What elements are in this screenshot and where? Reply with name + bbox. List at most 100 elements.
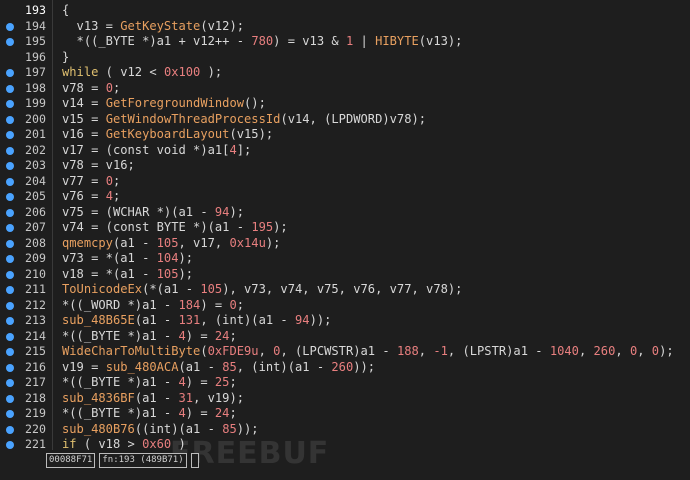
status-end-box bbox=[190, 453, 199, 468]
code-text[interactable]: *((_BYTE *)a1 - 4) = 25; bbox=[62, 375, 237, 391]
code-text[interactable]: *((_WORD *)a1 - 184) = 0; bbox=[62, 298, 244, 314]
code-text[interactable]: v18 = *(a1 - 105); bbox=[62, 267, 193, 283]
code-token-plain: , bbox=[637, 344, 652, 358]
code-line[interactable]: 200 v15 = GetWindowThreadProcessId(v14, (… bbox=[0, 112, 690, 128]
code-text[interactable]: v78 = 0; bbox=[62, 81, 120, 97]
code-token-plain: , v19); bbox=[193, 390, 245, 405]
breakpoint-icon[interactable] bbox=[6, 286, 14, 294]
breakpoint-icon[interactable] bbox=[6, 379, 14, 387]
code-text[interactable]: { bbox=[62, 3, 69, 19]
breakpoint-icon[interactable] bbox=[6, 224, 14, 232]
breakpoint-icon[interactable] bbox=[6, 131, 14, 139]
code-text[interactable]: if ( v18 > 0x60 ) bbox=[62, 437, 186, 453]
pseudocode-view[interactable]: 193{194 v13 = GetKeyState(v12); 195 *((_B… bbox=[0, 0, 690, 453]
code-line[interactable]: 207 v74 = (const BYTE *)(a1 - 195); bbox=[0, 220, 690, 236]
code-text[interactable]: qmemcpy(a1 - 105, v17, 0x14u); bbox=[62, 236, 280, 252]
code-text[interactable]: sub_4836BF(a1 - 31, v19); bbox=[62, 391, 244, 407]
breakpoint-icon[interactable] bbox=[6, 239, 14, 248]
code-text[interactable]: } bbox=[62, 50, 69, 66]
code-text[interactable]: WideCharToMultiByte(0xFDE9u, 0 , (LPCWSTR… bbox=[62, 344, 674, 360]
code-line[interactable]: 221 if ( v18 > 0x60 ) bbox=[0, 437, 690, 453]
code-line[interactable]: 195 *((_BYTE *)a1 + v12++ - 780) = v13 &… bbox=[0, 34, 690, 50]
code-text[interactable]: while ( v12 < 0x100 ); bbox=[62, 65, 222, 81]
code-line[interactable]: 194 v13 = GetKeyState(v12); bbox=[0, 19, 690, 35]
code-token-plain: (v12); bbox=[200, 18, 245, 33]
code-text[interactable]: sub_48B65E(a1 - 131, (int)(a1 - 94)); bbox=[62, 313, 331, 329]
code-line[interactable]: 206 v75 = (WCHAR *)(a1 - 94); bbox=[0, 205, 690, 221]
code-line[interactable]: 217 *((_BYTE *)a1 - 4) = 25; bbox=[0, 375, 690, 391]
breakpoint-icon[interactable] bbox=[6, 270, 14, 279]
breakpoint-icon[interactable] bbox=[6, 162, 14, 170]
breakpoint-icon[interactable] bbox=[6, 410, 14, 418]
code-line[interactable]: 199 v14 = GetForegroundWindow(); bbox=[0, 96, 690, 112]
code-line[interactable]: 202 v17 = (const void *)a1[4]; bbox=[0, 143, 690, 159]
breakpoint-icon[interactable] bbox=[6, 146, 14, 155]
code-token-plain: *((_BYTE *)a1 - bbox=[62, 328, 179, 343]
code-text[interactable]: sub_480B76((int)(a1 - 85)); bbox=[62, 422, 259, 438]
breakpoint-icon[interactable] bbox=[6, 441, 14, 449]
breakpoint-icon[interactable] bbox=[6, 69, 14, 77]
code-line[interactable]: 208 qmemcpy(a1 - 105, v17, 0x14u); bbox=[0, 236, 690, 252]
code-line[interactable]: 214 *((_BYTE *)a1 - 4) = 24; bbox=[0, 329, 690, 345]
code-text[interactable]: v13 = GetKeyState(v12); bbox=[62, 19, 244, 35]
breakpoint-icon[interactable] bbox=[6, 100, 14, 108]
breakpoint-icon[interactable] bbox=[6, 115, 14, 124]
breakpoint-icon[interactable] bbox=[6, 84, 14, 93]
code-text[interactable]: v76 = 4; bbox=[62, 189, 120, 205]
breakpoint-icon[interactable] bbox=[6, 208, 14, 217]
code-token-fn: WideCharToMultiByte bbox=[62, 344, 201, 358]
code-token-plain: (a1 - bbox=[112, 235, 157, 250]
breakpoint-icon[interactable] bbox=[6, 348, 14, 356]
breakpoint-icon[interactable] bbox=[6, 38, 14, 46]
breakpoint-icon[interactable] bbox=[6, 332, 14, 341]
code-line[interactable]: 205 v76 = 4; bbox=[0, 189, 690, 205]
code-line[interactable]: 212 *((_WORD *)a1 - 184) = 0; bbox=[0, 298, 690, 314]
line-number: 196 bbox=[25, 49, 46, 64]
breakpoint-icon[interactable] bbox=[6, 317, 14, 325]
code-line[interactable]: 196} bbox=[0, 50, 690, 66]
code-line[interactable]: 198 v78 = 0; bbox=[0, 81, 690, 97]
code-text[interactable]: v74 = (const BYTE *)(a1 - 195); bbox=[62, 220, 288, 236]
code-text[interactable]: *((_BYTE *)a1 - 4) = 24; bbox=[62, 329, 237, 345]
code-token-plain: ), v73, v74, v75, v76, v77, v78); bbox=[222, 282, 463, 296]
code-line[interactable]: 201 v16 = GetKeyboardLayout(v15); bbox=[0, 127, 690, 143]
code-text[interactable]: v78 = v16; bbox=[62, 158, 135, 174]
code-text[interactable]: v16 = GetKeyboardLayout(v15); bbox=[62, 127, 273, 143]
breakpoint-icon[interactable] bbox=[6, 425, 14, 434]
code-line[interactable]: 213 sub_48B65E(a1 - 131, (int)(a1 - 94)); bbox=[0, 313, 690, 329]
code-text[interactable]: *((_BYTE *)a1 - 4) = 24; bbox=[62, 406, 237, 422]
code-line[interactable]: 215 WideCharToMultiByte(0xFDE9u, 0 , (LPCW… bbox=[0, 344, 690, 360]
code-text[interactable]: v77 = 0; bbox=[62, 174, 120, 190]
code-token-plain: v13 = bbox=[62, 18, 121, 33]
code-text[interactable]: v75 = (WCHAR *)(a1 - 94); bbox=[62, 205, 244, 221]
code-line[interactable]: 197 while ( v12 < 0x100 ); bbox=[0, 65, 690, 81]
code-line[interactable]: 219 *((_BYTE *)a1 - 4) = 24; bbox=[0, 406, 690, 422]
code-line[interactable]: 193 { bbox=[0, 3, 690, 19]
code-text[interactable]: v15 = GetWindowThreadProcessId(v14, (LPD… bbox=[62, 112, 426, 128]
code-token-plain: , bbox=[578, 344, 594, 358]
breakpoint-icon[interactable] bbox=[6, 22, 14, 31]
code-text[interactable]: v17 = (const void *)a1[4]; bbox=[62, 143, 251, 159]
code-line[interactable]: 209 v73 = *(a1 - 104); bbox=[0, 251, 690, 267]
code-text[interactable]: ToUnicodeEx(*(a1 - 105), v73, v74, v75, … bbox=[62, 282, 462, 298]
breakpoint-icon[interactable] bbox=[6, 255, 14, 263]
code-line[interactable]: 203 v78 = v16; bbox=[0, 158, 690, 174]
code-token-plain: ) = bbox=[185, 406, 215, 420]
code-line[interactable]: 204 v77 = 0; bbox=[0, 174, 690, 190]
code-text[interactable]: *((_BYTE *)a1 + v12++ - 780) = v13 & 1 |… bbox=[62, 34, 463, 50]
code-text[interactable]: v19 = sub_480ACA(a1 - 85, (int)(a1 - 260… bbox=[62, 360, 375, 376]
breakpoint-icon[interactable] bbox=[6, 363, 14, 372]
breakpoint-icon[interactable] bbox=[6, 394, 14, 403]
code-text[interactable]: v14 = GetForegroundWindow(); bbox=[62, 96, 266, 112]
breakpoint-icon[interactable] bbox=[6, 177, 14, 186]
code-line[interactable]: 216 v19 = sub_480ACA(a1 - 85, (int)(a1 - … bbox=[0, 360, 690, 376]
code-text[interactable]: v73 = *(a1 - 104); bbox=[62, 251, 193, 267]
code-token-fn: sub_480B76 bbox=[62, 421, 135, 436]
breakpoint-icon[interactable] bbox=[6, 301, 14, 310]
code-token-plain: ((int)(a1 - bbox=[134, 421, 223, 436]
code-line[interactable]: 210 v18 = *(a1 - 105); bbox=[0, 267, 690, 283]
code-line[interactable]: 211 ToUnicodeEx(*(a1 - 105), v73, v74, v7… bbox=[0, 282, 690, 298]
breakpoint-icon[interactable] bbox=[6, 193, 14, 201]
code-line[interactable]: 220 sub_480B76((int)(a1 - 85)); bbox=[0, 422, 690, 438]
code-line[interactable]: 218 sub_4836BF(a1 - 31, v19); bbox=[0, 391, 690, 407]
